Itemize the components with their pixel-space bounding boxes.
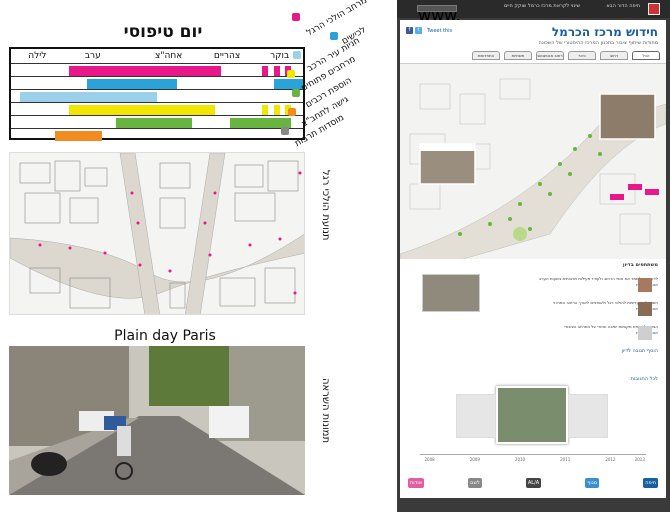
share-link[interactable]: Tweet this (427, 28, 452, 34)
legend-item: מרחב הולכי הרגל (291, 0, 371, 38)
all-comments-link[interactable]: לכל התגובות (631, 376, 658, 382)
map-drawing (10, 153, 304, 314)
tab-antigonos[interactable]: רחוב אנטיגונוס (536, 51, 564, 60)
schedule-bar (69, 105, 216, 115)
interactive-map[interactable] (400, 63, 666, 259)
share-bar: f t Tweet this (406, 27, 452, 34)
header-night: לילה (28, 51, 47, 61)
timeline-label: 2010 (514, 457, 526, 462)
page-subtitle: מתודות שיתוף ציבור בתכנון המרכז ההיסטורי… (538, 40, 658, 46)
header-noon: צהריים (213, 51, 241, 61)
timeline-label: 2011 (560, 457, 571, 462)
sponsor-logo[interactable]: AL/A (525, 478, 542, 488)
avatar (638, 278, 652, 292)
topbar-title: חיפה הדור הבא (606, 3, 640, 9)
schedule-header: בוקר צהריים אחה"צ ערב לילה (11, 51, 303, 63)
comment-link[interactable]: תגובה נוספת (498, 306, 658, 312)
header-afternoon: אחה"צ (155, 51, 183, 61)
legend-item: מוסדות תרבות (280, 113, 347, 149)
gallery-image[interactable] (568, 394, 608, 438)
tab-renewal[interactable]: התחדשות (472, 51, 500, 60)
topbar-subtitle: שינוי לקראת מרכז כרמל שוקק חיים (503, 3, 580, 9)
schedule-bar (54, 131, 102, 141)
sponsor-logos: אודות לשם AL/A מנוף חיפה (408, 472, 658, 494)
schedule-row (11, 89, 303, 102)
schedule-bar (273, 66, 280, 76)
map-side-label: תנועת הולכי רגל (320, 170, 331, 241)
schedule-row (11, 115, 303, 128)
comment-item: חשוב לתת עדיפות להולכי רגל ולאופניים לאו… (498, 300, 658, 312)
tab-square[interactable]: כיכר (568, 51, 596, 60)
comment-link[interactable]: תגובה נוספת (498, 282, 658, 288)
schedule-bar (19, 92, 157, 102)
gallery-featured-image[interactable] (496, 386, 568, 444)
tab-all[interactable]: הכל (632, 51, 660, 60)
bus-icon (287, 108, 296, 116)
day-title: יום טיפוסי (123, 22, 203, 42)
comments-title: משתתפים בדיון (622, 262, 658, 268)
schedule-row (11, 76, 303, 89)
site-logo-icon[interactable] (648, 3, 660, 15)
comment-item: לדעתי יש לשמר את אופי הרחוב ולעודד פעילו… (498, 276, 658, 288)
add-comment-link[interactable]: הוסף תגובה לדיון (621, 348, 658, 354)
facebook-icon[interactable]: f (406, 27, 413, 34)
schedule-row (11, 102, 303, 115)
avatar (638, 326, 652, 340)
schedule-row (11, 128, 303, 141)
avatar (638, 302, 652, 316)
header-evening: ערב (84, 51, 101, 61)
sponsor-logo[interactable]: מנוף (585, 478, 600, 488)
sponsor-logo[interactable]: חיפה (643, 478, 658, 488)
timeline[interactable]: 2008 2009 2010 2011 2012 2013 (420, 454, 646, 462)
paris-photo (9, 346, 305, 495)
timeline-label: 2013 (634, 457, 645, 462)
browser-window: www. חיפה הדור הבא שינוי לקראת מרכז כרמל… (397, 0, 670, 512)
photo-side-label: תמונות השראה (320, 378, 331, 444)
schedule-bar (262, 66, 268, 76)
street-photo-drawing (9, 346, 305, 495)
twitter-icon[interactable]: t (415, 27, 422, 34)
pedestrian-icon (291, 13, 300, 21)
comment-item: הצעה להוספת מקומות ישיבה ואזורי צל במרחב… (498, 324, 658, 336)
meeting-photo[interactable] (422, 274, 480, 312)
comment-link[interactable]: תגובה נוספת (498, 330, 658, 336)
schedule-bar (262, 105, 268, 115)
interactive-map-drawing (400, 64, 666, 259)
schedule-table: בוקר צהריים אחה"צ ערב לילה (9, 47, 305, 141)
legend: מרחב הולכי הרגל לכישים חניות עיר הרכב מר… (280, 0, 381, 160)
bicycle-icon (329, 32, 338, 40)
browser-topbar: www. חיפה הדור הבא שינוי לקראת מרכז כרמל… (397, 0, 670, 25)
car-icon (292, 51, 301, 59)
bench-icon (287, 70, 296, 78)
pedestrian-map (9, 152, 305, 315)
sponsor-logo[interactable]: לשם (468, 478, 482, 488)
timeline-label: 2009 (469, 457, 480, 462)
schedule-row (11, 63, 303, 76)
sponsor-logo[interactable]: אודות (408, 478, 425, 488)
schedule-bar (273, 105, 280, 115)
tree-icon (292, 89, 301, 97)
paris-title: Plain day Paris (114, 328, 216, 344)
tab-street[interactable]: רחוב (600, 51, 628, 60)
timeline-label: 2008 (424, 457, 435, 462)
building-icon (280, 127, 289, 135)
header-morning: בוקר (270, 51, 290, 61)
gallery-image[interactable] (456, 394, 496, 438)
schedule-bar (69, 66, 222, 76)
tab-bar: הכל רחוב כיכר רחוב אנטיגונוס תשתיות התחד… (406, 51, 660, 61)
tab-infrastructure[interactable]: תשתיות (504, 51, 532, 60)
timeline-label: 2012 (605, 457, 616, 462)
screenshot-root: יום טיפוסי בוקר צהריים אחה"צ ערב לילה מר… (0, 0, 670, 512)
page-title: חידוש מרכז הכרמל (551, 25, 658, 39)
web-page: f t Tweet this חידוש מרכז הכרמל מתודות ש… (400, 20, 666, 498)
schedule-bar (116, 118, 193, 128)
schedule-bar (86, 79, 178, 89)
address-field[interactable]: www. (417, 5, 461, 25)
